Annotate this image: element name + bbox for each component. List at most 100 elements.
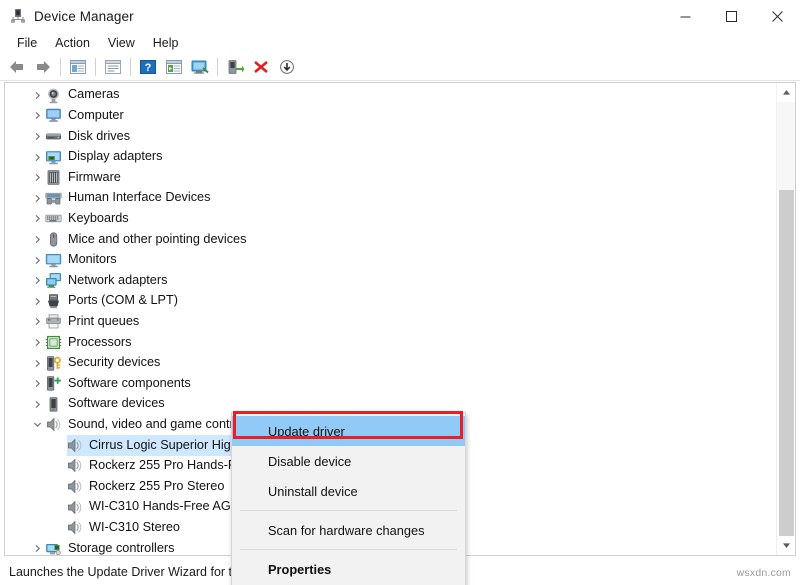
toolbar-separator <box>130 58 131 76</box>
chevron-right-icon[interactable] <box>29 106 45 126</box>
tree-leaf-spacer <box>50 477 66 497</box>
tree-item-label: Computer <box>68 109 124 123</box>
tree-item-label: Storage controllers <box>68 542 175 556</box>
tree-item-label: Security devices <box>68 356 160 370</box>
disk-drive-icon <box>45 128 62 145</box>
context-menu-item[interactable]: Update driver <box>232 416 465 446</box>
chevron-right-icon[interactable] <box>29 168 45 188</box>
tree-item-label: Display adapters <box>68 150 163 164</box>
chevron-right-icon[interactable] <box>29 271 45 291</box>
window-controls <box>662 0 800 32</box>
help-icon[interactable]: ? <box>135 55 161 79</box>
forward-icon[interactable] <box>30 55 56 79</box>
tree-item-label: WI-C310 Stereo <box>89 521 180 535</box>
title-bar: Device Manager <box>0 0 800 32</box>
speaker-icon <box>66 437 83 454</box>
scroll-down-button[interactable] <box>777 536 796 555</box>
chevron-right-icon[interactable] <box>29 147 45 167</box>
close-button[interactable] <box>754 0 800 32</box>
scan-for-hardware-changes-icon[interactable] <box>187 55 213 79</box>
tree-item[interactable]: Display adapters <box>5 147 776 168</box>
storage-controller-icon <box>45 540 62 556</box>
chevron-right-icon[interactable] <box>29 538 45 556</box>
toolbar: ? <box>0 54 800 80</box>
tree-item[interactable]: Processors <box>5 332 776 353</box>
chevron-right-icon[interactable] <box>29 374 45 394</box>
toolbar-divider <box>0 80 800 81</box>
tree-item[interactable]: Mice and other pointing devices <box>5 229 776 250</box>
tree-item[interactable]: Network adapters <box>5 270 776 291</box>
scrollbar-track-lower[interactable] <box>779 190 794 536</box>
chevron-right-icon[interactable] <box>29 291 45 311</box>
context-menu-item[interactable]: Properties <box>232 554 465 584</box>
tree-leaf-spacer <box>50 497 66 517</box>
tree-item[interactable]: Monitors <box>5 250 776 271</box>
watermark: wsxdn.com <box>737 567 791 579</box>
tree-item[interactable]: Firmware <box>5 167 776 188</box>
context-menu-item[interactable]: Disable device <box>232 446 465 476</box>
enable-device-icon[interactable] <box>222 55 248 79</box>
tree-leaf-spacer <box>50 456 66 476</box>
menu-file[interactable]: File <box>8 34 46 52</box>
disable-device-icon[interactable] <box>274 55 300 79</box>
tree-leaf-spacer <box>50 518 66 538</box>
context-menu[interactable]: Update driverDisable deviceUninstall dev… <box>231 412 466 585</box>
chevron-right-icon[interactable] <box>29 332 45 352</box>
properties-icon[interactable] <box>100 55 126 79</box>
chevron-right-icon[interactable] <box>29 126 45 146</box>
chevron-right-icon[interactable] <box>29 394 45 414</box>
tree-item-label: Disk drives <box>68 130 130 144</box>
maximize-button[interactable] <box>708 0 754 32</box>
minimize-button[interactable] <box>662 0 708 32</box>
tree-item-label: Ports (COM & LPT) <box>68 294 178 308</box>
context-menu-item[interactable]: Scan for hardware changes <box>232 515 465 545</box>
tree-item-label: Software devices <box>68 397 165 411</box>
chevron-right-icon[interactable] <box>29 229 45 249</box>
menu-help[interactable]: Help <box>144 34 188 52</box>
window-title: Device Manager <box>34 9 134 24</box>
keyboard-icon <box>45 210 62 227</box>
tree-item-label: Cameras <box>68 88 119 102</box>
chevron-right-icon[interactable] <box>29 353 45 373</box>
update-driver-icon[interactable] <box>161 55 187 79</box>
context-menu-item[interactable]: Uninstall device <box>232 476 465 506</box>
speaker-icon <box>45 416 62 433</box>
tree-item-label: Firmware <box>68 171 121 185</box>
tree-item[interactable]: Disk drives <box>5 126 776 147</box>
chevron-right-icon[interactable] <box>29 85 45 105</box>
svg-text:?: ? <box>145 62 152 74</box>
tree-item-label: Print queues <box>68 315 139 329</box>
uninstall-device-icon[interactable] <box>248 55 274 79</box>
scrollbar-thumb[interactable] <box>777 102 796 190</box>
device-manager-icon <box>10 8 26 24</box>
tree-item[interactable]: Human Interface Devices <box>5 188 776 209</box>
menu-action[interactable]: Action <box>46 34 99 52</box>
chevron-right-icon[interactable] <box>29 312 45 332</box>
menu-view[interactable]: View <box>99 34 144 52</box>
tree-item[interactable]: Print queues <box>5 312 776 333</box>
speaker-icon <box>66 457 83 474</box>
toolbar-separator <box>60 58 61 76</box>
tree-item[interactable]: Software components <box>5 373 776 394</box>
scrollbar-track[interactable] <box>777 102 796 536</box>
tree-item[interactable]: Security devices <box>5 353 776 374</box>
show-hide-console-tree-icon[interactable] <box>65 55 91 79</box>
printer-icon <box>45 313 62 330</box>
back-icon[interactable] <box>4 55 30 79</box>
device-manager-window: Device Manager File Action View Help <box>0 0 800 585</box>
chevron-right-icon[interactable] <box>29 188 45 208</box>
tree-item-label: Rockerz 255 Pro Stereo <box>89 480 224 494</box>
tree-item[interactable]: Cameras <box>5 85 776 106</box>
chevron-right-icon[interactable] <box>29 209 45 229</box>
context-menu-separator <box>240 510 457 511</box>
chevron-right-icon[interactable] <box>29 250 45 270</box>
processor-icon <box>45 334 62 351</box>
scroll-up-button[interactable] <box>777 83 796 102</box>
security-device-icon <box>45 355 62 372</box>
tree-item[interactable]: Computer <box>5 106 776 127</box>
vertical-scrollbar[interactable] <box>776 83 795 555</box>
toolbar-separator <box>217 58 218 76</box>
tree-item[interactable]: Keyboards <box>5 209 776 230</box>
tree-item[interactable]: Ports (COM & LPT) <box>5 291 776 312</box>
chevron-down-icon[interactable] <box>29 415 45 435</box>
